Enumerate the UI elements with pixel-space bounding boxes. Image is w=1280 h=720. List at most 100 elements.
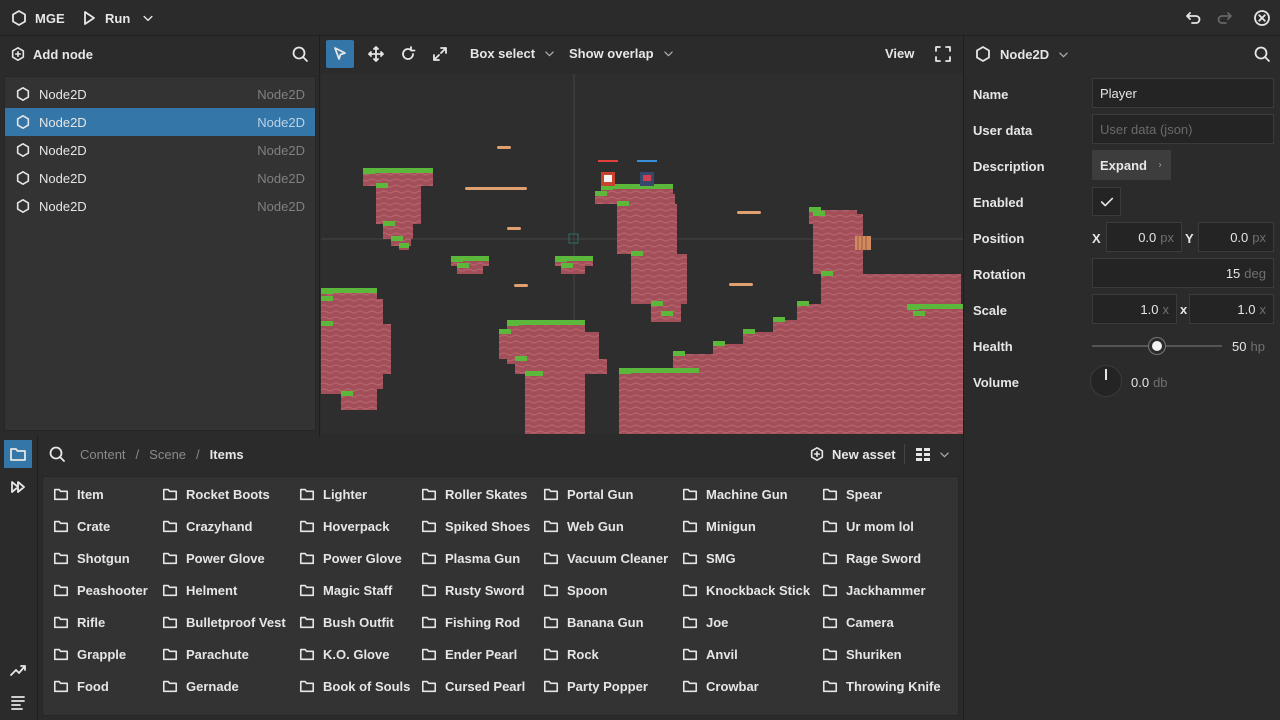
asset-folder-label: Ur mom lol — [846, 518, 914, 534]
asset-folder[interactable]: Gernade — [162, 678, 239, 694]
asset-folder[interactable]: Crazyhand — [162, 518, 252, 534]
asset-folder[interactable]: Food — [53, 678, 109, 694]
scene-node-row[interactable]: Node2D Node2D — [5, 192, 315, 220]
asset-folder[interactable]: Rifle — [53, 614, 105, 630]
close-icon[interactable] — [1253, 9, 1271, 27]
scale-x-input[interactable]: 1.0 x — [1092, 294, 1177, 324]
show-overlap-dropdown[interactable]: Show overlap — [569, 46, 675, 61]
asset-folder[interactable]: Crowbar — [682, 678, 759, 694]
asset-folder[interactable]: Helment — [162, 582, 237, 598]
asset-folder[interactable]: Spiked Shoes — [421, 518, 530, 534]
name-input[interactable]: Player — [1092, 78, 1274, 108]
asset-folder[interactable]: Ur mom lol — [822, 518, 914, 534]
asset-folder[interactable]: Book of Souls — [299, 678, 410, 694]
asset-folder[interactable]: Magic Staff — [299, 582, 392, 598]
folder-icon — [543, 520, 559, 533]
search-icon[interactable] — [48, 445, 66, 463]
crate-object[interactable] — [855, 236, 871, 250]
asset-folder[interactable]: Camera — [822, 614, 894, 630]
asset-folder[interactable]: Banana Gun — [543, 614, 644, 630]
fast-forward-icon[interactable] — [9, 478, 27, 496]
view-button[interactable]: View — [885, 46, 914, 61]
asset-folder[interactable]: Throwing Knife — [822, 678, 941, 694]
asset-folder[interactable]: Lighter — [299, 486, 367, 502]
text-lines-icon[interactable] — [9, 693, 27, 711]
asset-folder[interactable]: Jackhammer — [822, 582, 926, 598]
health-slider-thumb[interactable] — [1149, 338, 1165, 354]
expand-button[interactable]: Expand — [1092, 150, 1171, 180]
asset-folder[interactable]: Machine Gun — [682, 486, 788, 502]
asset-folder[interactable]: Power Glove — [162, 550, 265, 566]
asset-folder[interactable]: Fishing Rod — [421, 614, 520, 630]
rotation-input[interactable]: 15 deg — [1092, 258, 1274, 288]
asset-folder[interactable]: Rock — [543, 646, 599, 662]
fullscreen-icon[interactable] — [934, 45, 952, 63]
rotate-tool-button[interactable] — [394, 40, 422, 68]
enabled-checkbox[interactable] — [1092, 187, 1121, 216]
asset-folder[interactable]: Grapple — [53, 646, 126, 662]
asset-folder[interactable]: Roller Skates — [421, 486, 527, 502]
inspector-node-dropdown[interactable]: Node2D — [974, 45, 1070, 63]
player-blue-character[interactable] — [637, 160, 657, 186]
asset-folder[interactable]: Bush Outfit — [299, 614, 394, 630]
select-tool-button[interactable] — [326, 40, 354, 68]
scene-node-row[interactable]: Node2D Node2D — [5, 108, 315, 136]
new-asset-button[interactable]: New asset — [809, 446, 896, 462]
volume-knob[interactable] — [1090, 365, 1122, 397]
asset-folder[interactable]: SMG — [682, 550, 736, 566]
asset-folder[interactable]: Power Glove — [299, 550, 402, 566]
scale-y-input[interactable]: 1.0 x — [1189, 294, 1274, 324]
asset-folder-label: Food — [77, 678, 109, 694]
asset-folder[interactable]: Rocket Boots — [162, 486, 270, 502]
assets-tab-button[interactable] — [4, 440, 32, 468]
asset-folder[interactable]: Item — [53, 486, 104, 502]
player-red-character[interactable] — [598, 160, 618, 186]
asset-folder[interactable]: Vacuum Cleaner — [543, 550, 668, 566]
asset-folder[interactable]: Ender Pearl — [421, 646, 517, 662]
run-button[interactable]: Run — [80, 9, 155, 27]
move-tool-button[interactable] — [362, 40, 390, 68]
asset-folder[interactable]: Minigun — [682, 518, 756, 534]
redo-icon[interactable] — [1216, 9, 1234, 27]
trending-up-icon[interactable] — [9, 661, 27, 679]
breadcrumb-scene[interactable]: Scene — [149, 447, 186, 462]
scene-viewport[interactable] — [321, 74, 963, 434]
position-y-input[interactable]: 0.0 px — [1198, 222, 1274, 252]
chevron-down-icon[interactable] — [141, 11, 155, 25]
search-icon[interactable] — [291, 45, 309, 63]
asset-folder[interactable]: Hoverpack — [299, 518, 389, 534]
userdata-input[interactable]: User data (json) — [1092, 114, 1274, 144]
scene-node-row[interactable]: Node2D Node2D — [5, 136, 315, 164]
scene-node-row[interactable]: Node2D Node2D — [5, 80, 315, 108]
asset-folder[interactable]: Portal Gun — [543, 486, 633, 502]
scene-node-row[interactable]: Node2D Node2D — [5, 164, 315, 192]
asset-folder[interactable]: Shotgun — [53, 550, 130, 566]
breadcrumb-content[interactable]: Content — [80, 447, 126, 462]
position-x-input[interactable]: 0.0 px — [1106, 222, 1182, 252]
asset-folder[interactable]: Parachute — [162, 646, 249, 662]
asset-folder[interactable]: Web Gun — [543, 518, 624, 534]
breadcrumb-items[interactable]: Items — [210, 447, 244, 462]
asset-folder[interactable]: Knockback Stick — [682, 582, 810, 598]
view-mode-dropdown[interactable] — [914, 445, 951, 463]
asset-folder[interactable]: Rusty Sword — [421, 582, 524, 598]
add-node-button[interactable]: Add node — [10, 46, 93, 62]
undo-icon[interactable] — [1184, 9, 1202, 27]
asset-folder[interactable]: Crate — [53, 518, 110, 534]
asset-folder[interactable]: Bulletproof Vest — [162, 614, 286, 630]
asset-folder[interactable]: K.O. Glove — [299, 646, 389, 662]
app-logo[interactable]: MGE — [10, 9, 65, 27]
asset-folder[interactable]: Shuriken — [822, 646, 902, 662]
scale-tool-button[interactable] — [426, 40, 454, 68]
asset-folder[interactable]: Party Popper — [543, 678, 648, 694]
asset-folder[interactable]: Spear — [822, 486, 882, 502]
asset-folder[interactable]: Plasma Gun — [421, 550, 520, 566]
search-icon[interactable] — [1253, 45, 1271, 63]
asset-folder[interactable]: Peashooter — [53, 582, 148, 598]
asset-folder[interactable]: Joe — [682, 614, 728, 630]
box-select-dropdown[interactable]: Box select — [470, 46, 556, 61]
asset-folder[interactable]: Rage Sword — [822, 550, 921, 566]
asset-folder[interactable]: Cursed Pearl — [421, 678, 525, 694]
asset-folder[interactable]: Anvil — [682, 646, 738, 662]
asset-folder[interactable]: Spoon — [543, 582, 607, 598]
